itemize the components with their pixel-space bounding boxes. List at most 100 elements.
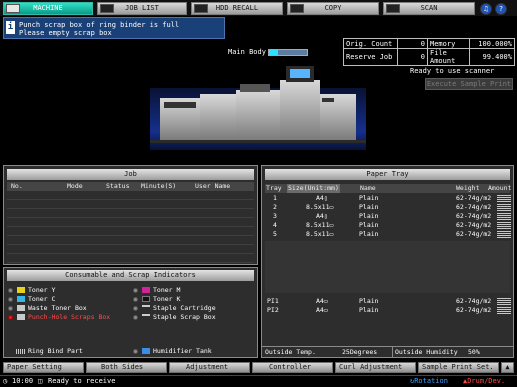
paper-tray-panel: Paper Tray Tray Size(Unit:mm) Name Weigh… [261,165,514,358]
ring-bind-part-label: Ring Bind Part [28,347,83,355]
tray-number: 4 [273,221,277,229]
staple-cartridge-label: Staple Cartridge [153,304,216,312]
staple-scrap-icon [142,314,150,320]
reserve-job-value: 0 [397,48,428,66]
job-row[interactable] [7,254,254,263]
outside-temp-label: Outside Temp. [265,348,316,356]
inserter-paper-name: Plain [359,297,379,305]
humidifier-tank-icon [142,348,150,354]
paper-amount-icon [497,222,511,229]
inserter-weight: 62-74g/m2 [456,306,492,314]
consumables-title: Consumable and Scrap Indicators [7,270,254,281]
job-row[interactable] [7,236,254,245]
tray-row[interactable]: 1 A4▯ Plain 62-74g/m2 [266,194,511,203]
tray-row[interactable]: 2 8.5x11▭ Plain 62-74g/m2 [266,203,511,212]
paper-amount-icon [497,204,511,211]
job-panel-title: Job [7,169,254,180]
paper-setting-button[interactable]: Paper Setting [3,362,84,373]
paper-amount-icon [497,307,511,314]
job-panel: Job No. Mode Status Minute(S) User Name [3,165,258,265]
indicator-led [133,315,138,320]
indicator-led [8,297,13,302]
toner-y-icon [17,287,25,293]
indicator-led [133,349,138,354]
sample-print-set-button[interactable]: Sample Print Set. [418,362,499,373]
controller-button[interactable]: Controller [252,362,333,373]
tray-col-name: Name [360,184,376,192]
tray-number: 3 [273,212,277,220]
tray-number: 1 [273,194,277,202]
job-row[interactable] [7,218,254,227]
alert-led [8,315,13,320]
tray-row[interactable]: 5 8.5x11▭ Plain 62-74g/m2 [266,230,511,239]
indicator-led [8,306,13,311]
tray-column-headers: Tray Size(Unit:mm) Name Weight Amount [265,184,511,193]
tray-weight: 62-74g/m2 [456,212,492,220]
job-row[interactable] [7,191,254,200]
both-sides-button[interactable]: Both Sides [86,362,167,373]
outside-humidity-label: Outside Humidity [392,347,458,357]
staple-scrap-box-label: Staple Scrap Box [153,313,216,321]
tab-copy[interactable]: COPY [287,2,379,15]
tray-paper-name: Plain [359,230,379,238]
tray-size: 8.5x11▭ [306,221,334,229]
tab-hdd-recall[interactable]: HDD RECALL [191,2,283,15]
tray-row[interactable]: 3 A4▯ Plain 62-74g/m2 [266,212,511,221]
tray-paper-name: Plain [359,212,379,220]
ring-bind-icon [16,349,26,354]
staple-icon [142,305,150,311]
rotation-badge[interactable]: ↻Rotation [410,376,460,387]
humidifier-tank-label: Humidifier Tank [153,347,212,355]
file-amount-value: 99.400% [469,48,515,66]
copy-icon [290,4,304,13]
toner-m-label: Toner M [153,286,181,294]
paper-amount-icon [497,231,511,238]
job-col-no: No. [11,182,23,190]
job-row[interactable] [7,245,254,254]
tray-col-tray: Tray [266,184,282,192]
tray-weight: 62-74g/m2 [456,221,492,229]
toner-k-icon [142,296,150,302]
tab-scan[interactable]: SCAN [383,2,475,15]
file-amount-label: File Amount [427,48,470,66]
tab-label: COPY [324,4,342,12]
tab-machine[interactable]: MACHINE [3,2,93,15]
toner-c-label: Toner C [28,295,56,303]
adjustment-button[interactable]: Adjustment [169,362,250,373]
indicator-led [133,297,138,302]
sound-icon[interactable]: ♫ [480,3,492,15]
drum-dev-badge[interactable]: ▲Drum/Dev. [463,376,515,387]
outside-humidity-value: 50% [468,348,480,356]
footer-time: 10:00 [12,377,34,385]
tray-weight: 62-74g/m2 [456,203,492,211]
waste-toner-box-label: Waste Toner Box [28,304,87,312]
tab-job-list[interactable]: JOB LIST [97,2,187,15]
orig-count-value: 0 [397,38,428,49]
tray-size: A4▯ [316,194,328,202]
tray-size: 8.5x11▭ [306,230,334,238]
drum-dev-label: Drum/Dev. [467,377,506,385]
scanner-status: Ready to use scanner [410,67,495,75]
tray-row[interactable]: 4 8.5x11▭ Plain 62-74g/m2 [266,221,511,230]
indicator-led [133,306,138,311]
job-row[interactable] [7,227,254,236]
execute-sample-print-button[interactable]: Execute Sample Print [425,78,513,90]
job-row[interactable] [7,200,254,209]
curl-adjustment-button[interactable]: Curl Adjustment [335,362,416,373]
job-col-mode: Mode [67,182,83,190]
job-row[interactable] [7,209,254,218]
inserter-row[interactable]: PI2 A4▭ Plain 62-74g/m2 [266,306,511,315]
tray-size: A4▯ [316,212,328,220]
tray-number: 2 [273,203,277,211]
tray-paper-name: Plain [359,203,379,211]
hdd-icon [194,4,208,13]
scroll-up-button[interactable]: ▲ [501,362,514,373]
tray-weight: 62-74g/m2 [456,194,492,202]
help-icon[interactable]: ? [495,3,507,15]
tray-paper-name: Plain [359,221,379,229]
inserter-row[interactable]: PI1 A4▭ Plain 62-74g/m2 [266,297,511,306]
scraps-box-icon [17,314,25,320]
inserter-tray: PI1 [267,297,279,305]
inserter-size: A4▭ [316,306,328,314]
punch-hole-scraps-box-label: Punch-Hole Scraps Box [28,313,111,321]
